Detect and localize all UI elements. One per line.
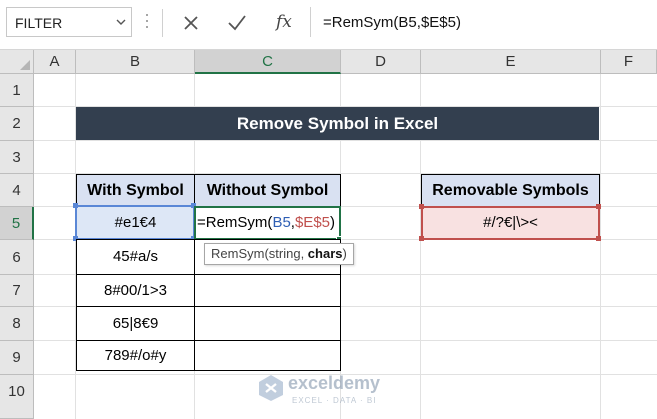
reference-handle[interactable] [419,236,424,241]
formula-arg-b5: B5 [272,214,291,231]
row-header-10[interactable]: 10 [0,375,34,419]
reference-handle[interactable] [73,203,78,208]
formula-suffix: ) [330,214,336,231]
formula-text: =RemSym(B5,$E$5) [323,14,461,31]
row-header-3[interactable]: 3 [0,141,34,174]
tooltip-current-arg: chars [307,246,343,261]
column-header-a[interactable]: A [34,50,76,74]
reference-highlight-b5 [75,205,195,240]
column-header-f[interactable]: F [601,50,657,74]
insert-function-icon[interactable]: fx [276,12,292,32]
select-all-button[interactable] [0,50,34,74]
cancel-icon[interactable] [178,10,204,36]
row-header-6[interactable]: 6 [0,240,34,275]
name-box-value: FILTER [15,15,63,31]
gridline [600,74,601,419]
row-header-9[interactable]: 9 [0,341,34,375]
formula-arg-e5: $E$5 [294,214,331,231]
column-header-e[interactable]: E [421,50,601,74]
cell-c5-active[interactable]: =RemSym(B5,$E$5) [194,206,341,240]
header-removable-symbols[interactable]: Removable Symbols [421,174,600,207]
cell-b8[interactable]: 65|8€9 [76,306,195,341]
sheet-title-banner[interactable]: Remove Symbol in Excel [76,107,599,140]
tooltip-close-paren: ) [342,246,347,261]
row-header-5[interactable]: 5 [0,207,34,240]
formula-input[interactable]: =RemSym(B5,$E$5) [310,7,657,37]
enter-check-icon[interactable] [224,10,250,36]
exceldemy-logo-icon [259,375,283,401]
row-header-2[interactable]: 2 [0,107,34,141]
reference-handle[interactable] [596,204,601,209]
divider [162,9,163,37]
chevron-down-icon[interactable] [115,16,127,28]
column-header-d[interactable]: D [341,50,421,74]
column-header-c[interactable]: C [195,50,341,74]
cell-e5[interactable]: #/?€|\>< [423,208,598,238]
cell-b9[interactable]: 789#/o#y [76,340,195,371]
column-header-b[interactable]: B [76,50,195,74]
reference-handle[interactable] [419,204,424,209]
row-header-1[interactable]: 1 [0,74,34,107]
row-header-8[interactable]: 8 [0,307,34,341]
watermark-name: exceldemy [288,373,381,393]
name-box[interactable]: FILTER [6,7,132,37]
cell-b7[interactable]: 8#00/1>3 [76,274,195,307]
watermark-tagline: EXCEL · DATA · BI [292,396,377,405]
formula-prefix: =RemSym( [197,214,273,231]
cell-c9[interactable] [194,340,341,371]
cell-b6[interactable]: 45#a/s [76,239,195,275]
cell-c7[interactable] [194,274,341,307]
header-without-symbol[interactable]: Without Symbol [194,174,341,207]
tooltip-signature: RemSym(string, [211,246,308,261]
row-header-4[interactable]: 4 [0,174,34,207]
drag-handle-icon[interactable] [145,14,149,32]
cell-c8[interactable] [194,306,341,341]
header-with-symbol[interactable]: With Symbol [76,174,195,207]
row-header-7[interactable]: 7 [0,275,34,307]
reference-handle[interactable] [596,236,601,241]
function-tooltip: RemSym(string, chars) [204,243,354,265]
exceldemy-watermark: exceldemy EXCEL · DATA · BI [258,372,408,408]
gridline [34,140,657,141]
formula-bar-area: FILTER fx =RemSym(B5,$E$5) [0,0,657,50]
